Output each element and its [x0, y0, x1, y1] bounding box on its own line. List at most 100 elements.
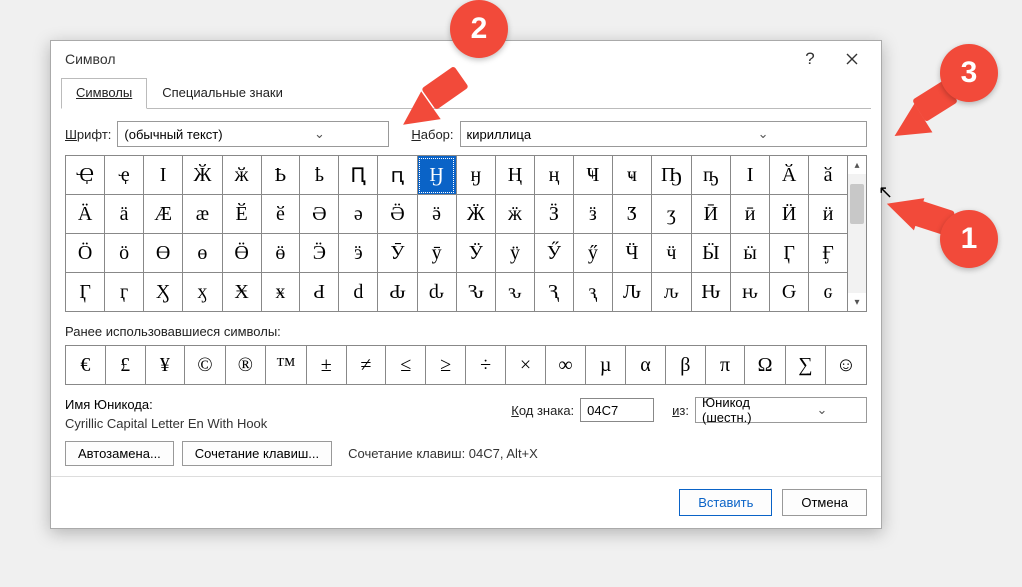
recent-symbol-cell[interactable]: € [66, 346, 106, 385]
symbol-cell[interactable]: ԍ [809, 273, 848, 312]
symbol-cell[interactable]: ӫ [261, 234, 300, 273]
symbol-cell[interactable]: Ӻ [809, 234, 848, 273]
grid-scrollbar[interactable]: ▴ ▾ [848, 155, 867, 312]
autocorrect-button[interactable]: Автозамена... [65, 441, 174, 466]
symbol-cell[interactable]: Ӥ [770, 195, 809, 234]
symbol-cell[interactable]: ӱ [495, 234, 534, 273]
recent-symbol-cell[interactable]: ™ [265, 346, 306, 385]
symbol-cell[interactable]: ӵ [652, 234, 692, 273]
symbol-cell[interactable]: ԁ [339, 273, 378, 312]
symbol-cell[interactable]: ӹ [731, 234, 770, 273]
symbol-cell[interactable]: ӈ [456, 156, 495, 195]
symbol-cell[interactable]: ӂ [222, 156, 261, 195]
symbol-cell[interactable]: ӣ [731, 195, 770, 234]
insert-button[interactable]: Вставить [679, 489, 772, 516]
symbol-cell[interactable]: Ӈ [417, 156, 456, 195]
symbol-cell[interactable]: Ӭ [300, 234, 339, 273]
recent-grid[interactable]: €£¥©®™±≠≤≥÷×∞µαβπΩ∑☺ [65, 345, 867, 385]
symbol-cell[interactable]: ҿ [105, 156, 144, 195]
scroll-track[interactable] [848, 174, 866, 293]
symbol-cell[interactable]: Ӑ [770, 156, 809, 195]
symbol-cell[interactable]: Ӹ [691, 234, 730, 273]
symbol-cell[interactable]: Ө [143, 234, 182, 273]
recent-symbol-cell[interactable]: ÷ [466, 346, 506, 385]
symbol-cell[interactable]: Ԅ [456, 273, 495, 312]
recent-symbol-cell[interactable]: µ [586, 346, 626, 385]
symbol-cell[interactable]: ө [183, 234, 222, 273]
tab-special[interactable]: Специальные знаки [147, 78, 298, 109]
symbol-cell[interactable]: Ԋ [691, 273, 730, 312]
symbol-cell[interactable]: Ӂ [183, 156, 222, 195]
recent-symbol-cell[interactable]: α [626, 346, 666, 385]
symbol-cell[interactable]: ӓ [105, 195, 144, 234]
from-combo[interactable]: Юникод (шестн.) ⌄ [695, 397, 867, 423]
symbol-cell[interactable]: Ӵ [612, 234, 651, 273]
symbol-cell[interactable]: Ӡ [612, 195, 651, 234]
tab-symbols[interactable]: Символы [61, 78, 147, 109]
symbol-cell[interactable]: ӗ [261, 195, 300, 234]
recent-symbol-cell[interactable]: ☺ [825, 346, 866, 385]
symbol-cell[interactable]: ԃ [417, 273, 456, 312]
code-input[interactable]: 04C7 [580, 398, 654, 422]
symbol-cell[interactable]: ԥ [378, 156, 417, 195]
symbol-cell[interactable]: Ӳ [534, 234, 573, 273]
symbol-grid[interactable]: ҾҿІӁӂҌҍԤԥӇӈҢңҸҹҦҧӀӐӑӒӓӔӕӖӗӘәӚӛӜӝӞӟӠӡӢӣӤӥ… [65, 155, 848, 312]
symbol-cell[interactable]: ӯ [417, 234, 456, 273]
symbol-cell[interactable]: Ҍ [261, 156, 300, 195]
recent-symbol-cell[interactable]: ≥ [426, 346, 466, 385]
symbol-cell[interactable]: Ԁ [300, 273, 339, 312]
symbol-cell[interactable]: ӡ [652, 195, 692, 234]
symbol-cell[interactable]: Ӝ [456, 195, 495, 234]
symbol-cell[interactable]: ӟ [573, 195, 612, 234]
recent-symbol-cell[interactable]: ∑ [785, 346, 825, 385]
symbol-cell[interactable]: ԅ [495, 273, 534, 312]
symbol-cell[interactable]: Ԍ [770, 273, 809, 312]
recent-symbol-cell[interactable]: © [185, 346, 225, 385]
scroll-thumb[interactable] [850, 184, 864, 224]
help-button[interactable]: ? [789, 44, 831, 74]
symbol-cell[interactable]: Ԃ [378, 273, 417, 312]
symbol-cell[interactable]: Ԇ [534, 273, 573, 312]
symbol-cell[interactable]: Ҿ [66, 156, 105, 195]
scroll-up-icon[interactable]: ▴ [848, 156, 866, 174]
symbol-cell[interactable]: ӭ [339, 234, 378, 273]
recent-symbol-cell[interactable]: π [705, 346, 745, 385]
recent-symbol-cell[interactable]: ® [225, 346, 265, 385]
symbol-cell[interactable]: Ӱ [456, 234, 495, 273]
symbol-cell[interactable]: Ӯ [378, 234, 417, 273]
recent-symbol-cell[interactable]: ¥ [145, 346, 185, 385]
symbol-cell[interactable]: ӷ [105, 273, 144, 312]
font-combo[interactable]: (обычный текст) ⌄ [117, 121, 389, 147]
symbol-cell[interactable]: ә [339, 195, 378, 234]
symbol-cell[interactable]: Ҧ [652, 156, 692, 195]
symbol-cell[interactable]: ҧ [691, 156, 730, 195]
symbol-cell[interactable]: Ң [495, 156, 534, 195]
symbol-cell[interactable]: Ӟ [534, 195, 573, 234]
shortcut-button[interactable]: Сочетание клавиш... [182, 441, 332, 466]
symbol-cell[interactable]: ԇ [573, 273, 612, 312]
symbol-cell[interactable]: Ԉ [612, 273, 651, 312]
symbol-cell[interactable]: ӛ [417, 195, 456, 234]
symbol-cell[interactable]: ԉ [652, 273, 692, 312]
symbol-cell[interactable]: Ӗ [222, 195, 261, 234]
symbol-cell[interactable]: ӥ [809, 195, 848, 234]
symbol-cell[interactable]: ӿ [261, 273, 300, 312]
symbol-cell[interactable]: Ӿ [222, 273, 261, 312]
symbol-cell[interactable]: Ҹ [573, 156, 612, 195]
symbol-cell[interactable]: Ә [300, 195, 339, 234]
symbol-cell[interactable]: Ӓ [66, 195, 105, 234]
symbol-cell[interactable]: ԋ [731, 273, 770, 312]
subset-combo[interactable]: кириллица ⌄ [460, 121, 867, 147]
recent-symbol-cell[interactable]: Ω [745, 346, 785, 385]
symbol-cell[interactable]: ӳ [573, 234, 612, 273]
symbol-cell[interactable]: ӑ [809, 156, 848, 195]
symbol-cell[interactable]: Ӣ [691, 195, 730, 234]
symbol-cell[interactable]: Ӧ [66, 234, 105, 273]
cancel-button[interactable]: Отмена [782, 489, 867, 516]
symbol-cell[interactable]: Ӽ [143, 273, 182, 312]
symbol-cell[interactable]: Ԥ [339, 156, 378, 195]
symbol-cell[interactable]: Ӕ [143, 195, 182, 234]
symbol-cell[interactable]: Ӏ [731, 156, 770, 195]
symbol-cell[interactable]: Ӷ [66, 273, 105, 312]
symbol-cell[interactable]: ң [534, 156, 573, 195]
